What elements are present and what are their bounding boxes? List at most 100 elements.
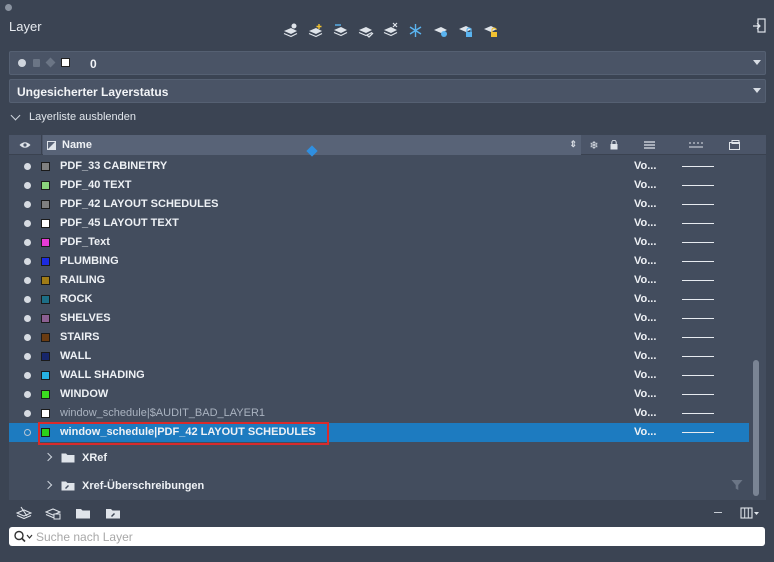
layer-color-swatch[interactable] [41, 314, 50, 323]
layer-row[interactable]: PDF_45 LAYOUT TEXT Vo... [9, 214, 749, 233]
lock-icon[interactable] [456, 20, 475, 40]
layer-row[interactable]: PLUMBING Vo... [9, 252, 749, 271]
visibility-bulb-icon[interactable] [24, 315, 31, 322]
layer-color-swatch[interactable] [41, 371, 50, 380]
search-icon[interactable] [13, 530, 35, 543]
layer-color-swatch[interactable] [41, 333, 50, 342]
chevron-right-icon[interactable] [43, 452, 53, 462]
layer-row[interactable]: PDF_42 LAYOUT SCHEDULES Vo... [9, 195, 749, 214]
freeze-icon[interactable] [406, 20, 425, 40]
layer-row[interactable]: PDF_Text Vo... [9, 233, 749, 252]
layer-color-swatch[interactable] [41, 257, 50, 266]
lineweight-line[interactable] [682, 299, 714, 300]
header-visibility[interactable] [9, 135, 42, 155]
layer-row[interactable]: SHELVES Vo... [9, 309, 749, 328]
layer-color-swatch[interactable] [41, 352, 50, 361]
visibility-bulb-icon[interactable] [24, 182, 31, 189]
isolate-icon[interactable] [431, 20, 450, 40]
layer-row[interactable]: ROCK Vo... [9, 290, 749, 309]
layer-linetype[interactable]: Vo... [634, 179, 656, 191]
lineweight-line[interactable] [682, 242, 714, 243]
layer-color-swatch[interactable] [41, 295, 50, 304]
layer-row[interactable]: PDF_40 TEXT Vo... [9, 176, 749, 195]
layer-linetype[interactable]: Vo... [634, 255, 656, 267]
visibility-bulb-icon[interactable] [24, 258, 31, 265]
layer-row[interactable]: RAILING Vo... [9, 271, 749, 290]
visibility-bulb-icon[interactable] [24, 391, 31, 398]
layer-linetype[interactable]: Vo... [634, 426, 656, 438]
layer-row[interactable]: WALL SHADING Vo... [9, 366, 749, 385]
lineweight-line[interactable] [682, 432, 714, 433]
folder-settings-icon[interactable] [104, 505, 122, 521]
layer-color-swatch[interactable] [41, 409, 50, 418]
current-layer-dropdown[interactable]: 0 [9, 51, 766, 75]
header-linetype[interactable] [685, 135, 707, 155]
group-xref[interactable]: XRef [9, 447, 749, 469]
layer-linetype[interactable]: Vo... [634, 293, 656, 305]
chevron-right-icon[interactable] [43, 480, 53, 490]
columns-menu-icon[interactable] [740, 506, 760, 520]
header-lock[interactable] [607, 135, 621, 155]
scrollbar-thumb[interactable] [753, 360, 759, 496]
layer-color-swatch[interactable] [41, 276, 50, 285]
lineweight-line[interactable] [682, 356, 714, 357]
lineweight-line[interactable] [682, 204, 714, 205]
filter-icon[interactable] [731, 479, 743, 491]
chevron-down-icon[interactable] [753, 60, 761, 65]
lineweight-line[interactable] [682, 261, 714, 262]
layer-state-dropdown[interactable]: Ungesicherter Layerstatus [9, 79, 766, 103]
layer-linetype[interactable]: Vo... [634, 331, 656, 343]
close-dot-icon[interactable] [5, 4, 12, 11]
new-layer-bottom-icon[interactable] [15, 505, 33, 521]
header-plot[interactable] [726, 135, 742, 155]
merge-layers-icon[interactable] [331, 20, 350, 40]
visibility-bulb-icon[interactable] [24, 201, 31, 208]
visibility-bulb-icon[interactable] [24, 296, 31, 303]
dock-icon[interactable] [752, 18, 766, 34]
layer-color-swatch[interactable] [41, 181, 50, 190]
layer-row[interactable]: STAIRS Vo... [9, 328, 749, 347]
visibility-bulb-icon[interactable] [24, 239, 31, 246]
visibility-bulb-icon[interactable] [24, 410, 31, 417]
lineweight-line[interactable] [682, 280, 714, 281]
layer-color-swatch[interactable] [41, 219, 50, 228]
layer-row[interactable]: PDF_33 CABINETRY Vo... [9, 157, 749, 176]
collapse-layer-list[interactable]: Layerliste ausblenden [10, 110, 136, 123]
layer-color-swatch[interactable] [41, 200, 50, 209]
lineweight-line[interactable] [682, 413, 714, 414]
visibility-bulb-icon[interactable] [24, 429, 31, 436]
header-freeze[interactable]: ❄ [587, 135, 601, 155]
layer-linetype[interactable]: Vo... [634, 217, 656, 229]
lineweight-line[interactable] [682, 318, 714, 319]
visibility-bulb-icon[interactable] [24, 334, 31, 341]
lineweight-line[interactable] [682, 375, 714, 376]
collapse-minus-icon[interactable] [714, 512, 722, 513]
layer-linetype[interactable]: Vo... [634, 236, 656, 248]
header-color[interactable] [641, 135, 657, 155]
new-layer-icon[interactable] [281, 20, 300, 40]
layer-linetype[interactable]: Vo... [634, 198, 656, 210]
layer-search-box[interactable] [9, 527, 765, 546]
layer-linetype[interactable]: Vo... [634, 369, 656, 381]
new-layer-frozen-icon[interactable] [306, 20, 325, 40]
visibility-bulb-icon[interactable] [24, 163, 31, 170]
unlock-icon[interactable] [481, 20, 500, 40]
group-xref-overrides[interactable]: Xref-Überschreibungen [9, 475, 749, 497]
layer-linetype[interactable]: Vo... [634, 350, 656, 362]
lineweight-line[interactable] [682, 337, 714, 338]
lineweight-line[interactable] [682, 166, 714, 167]
layer-row[interactable]: WINDOW Vo... [9, 385, 749, 404]
lineweight-line[interactable] [682, 185, 714, 186]
visibility-bulb-icon[interactable] [24, 220, 31, 227]
visibility-bulb-icon[interactable] [24, 372, 31, 379]
layer-linetype[interactable]: Vo... [634, 388, 656, 400]
search-input[interactable] [36, 528, 756, 545]
layer-color-swatch[interactable] [41, 390, 50, 399]
layer-color-swatch[interactable] [41, 162, 50, 171]
layer-linetype[interactable]: Vo... [634, 312, 656, 324]
visibility-bulb-icon[interactable] [24, 277, 31, 284]
lineweight-line[interactable] [682, 223, 714, 224]
layer-linetype[interactable]: Vo... [634, 407, 656, 419]
delete-layer-icon[interactable] [381, 20, 400, 40]
sort-icon[interactable]: ⇕ [569, 139, 577, 150]
